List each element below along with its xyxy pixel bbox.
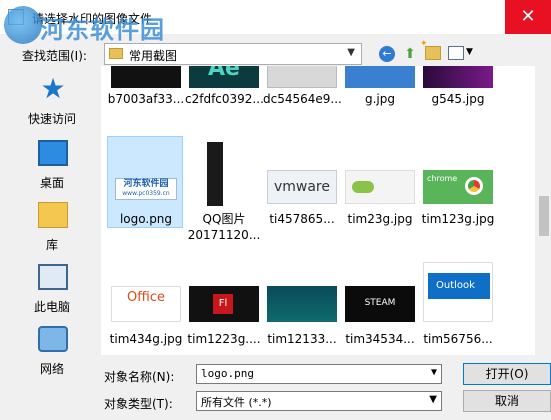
file-thumbnail <box>207 142 223 206</box>
file-name: tim23g.jpg <box>347 212 413 226</box>
file-name: tim123g.jpg <box>421 212 495 226</box>
place-label: 快速访问 <box>27 112 76 126</box>
file-thumbnail: vmware <box>267 170 337 204</box>
file-item[interactable]: dc54564e9... <box>263 66 342 110</box>
place-label: 网络 <box>39 362 64 376</box>
back-icon[interactable]: ← <box>379 46 395 62</box>
file-item[interactable]: chrome tim123g.jpg <box>419 140 497 230</box>
network-icon <box>38 326 68 352</box>
file-item[interactable]: Outlook tim56756... <box>419 254 497 350</box>
office-thumb-text: Office <box>127 290 165 305</box>
file-name: g.jpg <box>365 92 395 106</box>
flash-logo-icon: Fl <box>213 294 233 314</box>
logo-thumb-url: www.pc0359.cn <box>122 190 170 197</box>
file-name: logo.png <box>119 212 173 226</box>
place-this-pc[interactable]: 此电脑 <box>8 260 96 320</box>
place-label: 桌面 <box>39 176 64 190</box>
file-item[interactable]: tim23g.jpg <box>341 140 419 230</box>
filetype-label: 对象类型(T): <box>104 397 173 411</box>
place-quick-access[interactable]: ★ 快速访问 <box>8 72 96 132</box>
up-folder-icon[interactable]: ⬆ <box>401 45 419 63</box>
file-item[interactable]: g.jpg <box>341 66 419 110</box>
file-name: ti457865... <box>269 212 335 226</box>
new-folder-icon[interactable] <box>420 39 441 60</box>
file-name: tim12133... <box>267 332 337 346</box>
file-name: b7003af33... <box>107 92 185 106</box>
lookin-dropdown[interactable]: 常用截图 ▼ <box>104 43 362 65</box>
window-title: 请选择水印的图像文件 <box>32 12 153 26</box>
file-thumbnail <box>111 66 181 88</box>
file-thumbnail <box>345 170 415 204</box>
vertical-scrollbar[interactable] <box>537 66 551 355</box>
place-library[interactable]: 库 <box>8 198 96 258</box>
file-name: QQ图片 <box>202 212 246 226</box>
file-name: c2fdfc0392... <box>185 92 264 106</box>
file-item[interactable]: Fl tim1223g.... <box>185 254 263 350</box>
file-item[interactable]: QQ图片 20171120... <box>185 140 263 242</box>
filename-label: 对象名称(N): <box>104 370 175 384</box>
file-item[interactable]: vmware ti457865... <box>263 140 341 230</box>
close-button[interactable]: ✕ <box>505 0 551 34</box>
dialog-icon <box>8 9 24 25</box>
file-item-selected[interactable]: 河东软件园 www.pc0359.cn logo.png <box>107 140 185 230</box>
file-name: tim1223g.... <box>187 332 261 346</box>
filename-input[interactable]: logo.png ▼ <box>196 364 442 384</box>
file-thumbnail: Ae <box>189 66 259 88</box>
filename-value: logo.png <box>201 367 254 380</box>
file-thumbnail: STEAM <box>345 286 415 322</box>
file-name-line2: 20171120... <box>187 228 261 242</box>
places-bar: ★ 快速访问 桌面 库 此电脑 网络 <box>8 66 96 384</box>
filetype-dropdown[interactable]: 所有文件 (*.*) ▼ <box>196 391 442 411</box>
file-thumbnail: Fl <box>189 286 259 322</box>
outlook-thumb-text: Outlook <box>428 273 490 299</box>
chevron-down-icon[interactable]: ▼ <box>431 367 437 378</box>
logo-thumb-title: 河东软件园 <box>123 179 169 189</box>
file-thumbnail <box>423 66 493 88</box>
file-name: tim434g.jpg <box>109 332 183 346</box>
file-item[interactable]: STEAM tim34534... <box>341 254 419 350</box>
file-name: tim34534... <box>345 332 415 346</box>
scrollbar-thumb[interactable] <box>539 196 549 236</box>
place-desktop[interactable]: 桌面 <box>8 136 96 196</box>
quick-access-star-icon: ★ <box>40 72 66 105</box>
lookin-value: 常用截图 <box>129 49 178 63</box>
chrome-logo-icon <box>465 177 483 195</box>
lookin-label: 查找范围(I): <box>22 49 87 63</box>
file-thumbnail <box>267 286 337 322</box>
open-button[interactable]: 打开(O) <box>463 363 551 385</box>
computer-icon <box>38 264 68 290</box>
place-label: 此电脑 <box>33 300 70 314</box>
file-item[interactable]: Ae c2fdfc0392... <box>185 66 264 110</box>
file-thumbnail <box>267 66 337 88</box>
file-name: g545.jpg <box>431 92 485 106</box>
file-thumbnail <box>345 66 415 88</box>
green-shape-icon <box>352 181 374 193</box>
cancel-button[interactable]: 取消 <box>463 390 551 412</box>
file-thumbnail: Outlook <box>423 262 493 322</box>
file-item[interactable]: g545.jpg <box>419 66 497 110</box>
folder-icon <box>109 48 123 59</box>
chrome-thumb-text: chrome <box>427 174 458 183</box>
chevron-down-icon: ▼ <box>429 394 437 405</box>
place-label: 库 <box>45 238 58 252</box>
file-item[interactable]: tim12133... <box>263 254 341 350</box>
title-bar: 请选择水印的图像文件 ✕ <box>0 0 551 34</box>
file-thumbnail: 河东软件园 www.pc0359.cn <box>115 178 177 200</box>
file-thumbnail: Office <box>111 286 181 322</box>
file-item[interactable]: Office tim434g.jpg <box>107 254 185 350</box>
filetype-value: 所有文件 (*.*) <box>201 396 272 409</box>
file-list[interactable]: b7003af33... Ae c2fdfc0392... dc54564e9.… <box>101 66 535 355</box>
file-name: tim56756... <box>423 332 493 346</box>
desktop-icon <box>38 140 68 166</box>
place-network[interactable]: 网络 <box>8 322 96 382</box>
library-icon <box>38 202 68 228</box>
file-thumbnail: chrome <box>423 170 493 204</box>
file-name: dc54564e9... <box>263 92 342 106</box>
view-menu-caret-icon[interactable]: ▼ <box>466 47 473 57</box>
view-menu-icon[interactable] <box>448 46 464 60</box>
chevron-down-icon: ▼ <box>347 47 355 58</box>
file-item[interactable]: b7003af33... <box>107 66 185 110</box>
